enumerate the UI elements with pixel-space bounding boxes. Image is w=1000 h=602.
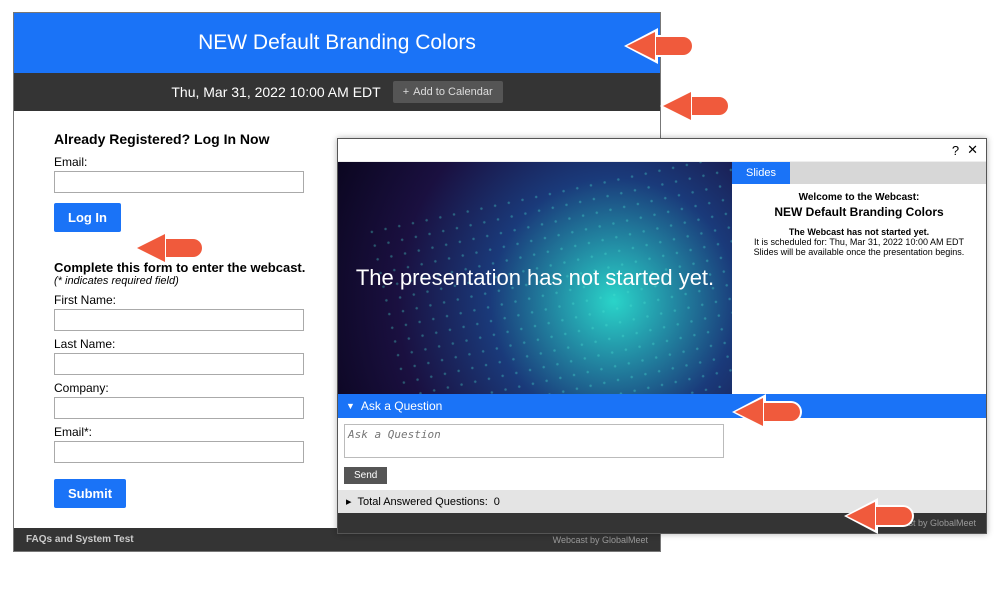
close-icon[interactable]: ✕ [967,142,978,158]
player-content: The presentation has not started yet. Sl… [338,162,986,394]
register-email-field[interactable] [54,441,304,463]
faq-link[interactable]: FAQs and System Test [26,534,134,545]
player-footer: Webcast by GlobalMeet [338,513,986,533]
chevron-down-icon: ▼ [346,401,355,411]
ask-question-bar[interactable]: ▼ Ask a Question [338,394,986,418]
video-pane: The presentation has not started yet. [338,162,732,394]
webcast-status: The Webcast has not started yet. [738,227,980,237]
player-titlebar: ? ✕ [338,139,986,162]
ask-question-label: Ask a Question [361,399,442,413]
add-to-calendar-button[interactable]: + Add to Calendar [393,81,503,103]
webcast-schedule: It is scheduled for: Thu, Mar 31, 2022 1… [738,237,980,247]
tab-row: Slides [732,162,986,184]
login-email-field[interactable] [54,171,304,193]
powered-by-label-player: Webcast by GlobalMeet [881,518,976,528]
add-to-calendar-label: Add to Calendar [413,86,493,98]
side-panel-body: Welcome to the Webcast: NEW Default Bran… [732,184,986,394]
webcast-title: NEW Default Branding Colors [738,205,980,219]
help-icon[interactable]: ? [952,143,959,158]
tab-slides[interactable]: Slides [732,162,790,184]
last-name-field[interactable] [54,353,304,375]
page-title: NEW Default Branding Colors [14,13,660,73]
event-datetime: Thu, Mar 31, 2022 10:00 AM EDT [171,84,380,100]
answered-count: 0 [494,496,500,508]
video-status-text: The presentation has not started yet. [356,264,714,293]
answered-row[interactable]: ▸ Total Answered Questions: 0 [338,490,986,513]
powered-by-label: Webcast by GlobalMeet [553,535,648,545]
first-name-field[interactable] [54,309,304,331]
login-button[interactable]: Log In [54,203,121,232]
side-panel: Slides Welcome to the Webcast: NEW Defau… [732,162,986,394]
player-window: ? ✕ The presentation has not started yet… [337,138,987,534]
plus-icon: + [403,86,409,98]
arrow-annotation-subbar [660,88,730,124]
submit-button[interactable]: Submit [54,479,126,508]
slides-availability: Slides will be available once the presen… [738,247,980,257]
event-info-bar: Thu, Mar 31, 2022 10:00 AM EDT + Add to … [14,73,660,111]
company-field[interactable] [54,397,304,419]
answered-label: Total Answered Questions: [358,496,488,508]
caret-right-icon: ▸ [346,495,352,508]
question-input[interactable] [344,424,724,458]
welcome-label: Welcome to the Webcast: [738,192,980,203]
send-button[interactable]: Send [344,467,387,484]
ask-question-body: Send [338,418,986,490]
